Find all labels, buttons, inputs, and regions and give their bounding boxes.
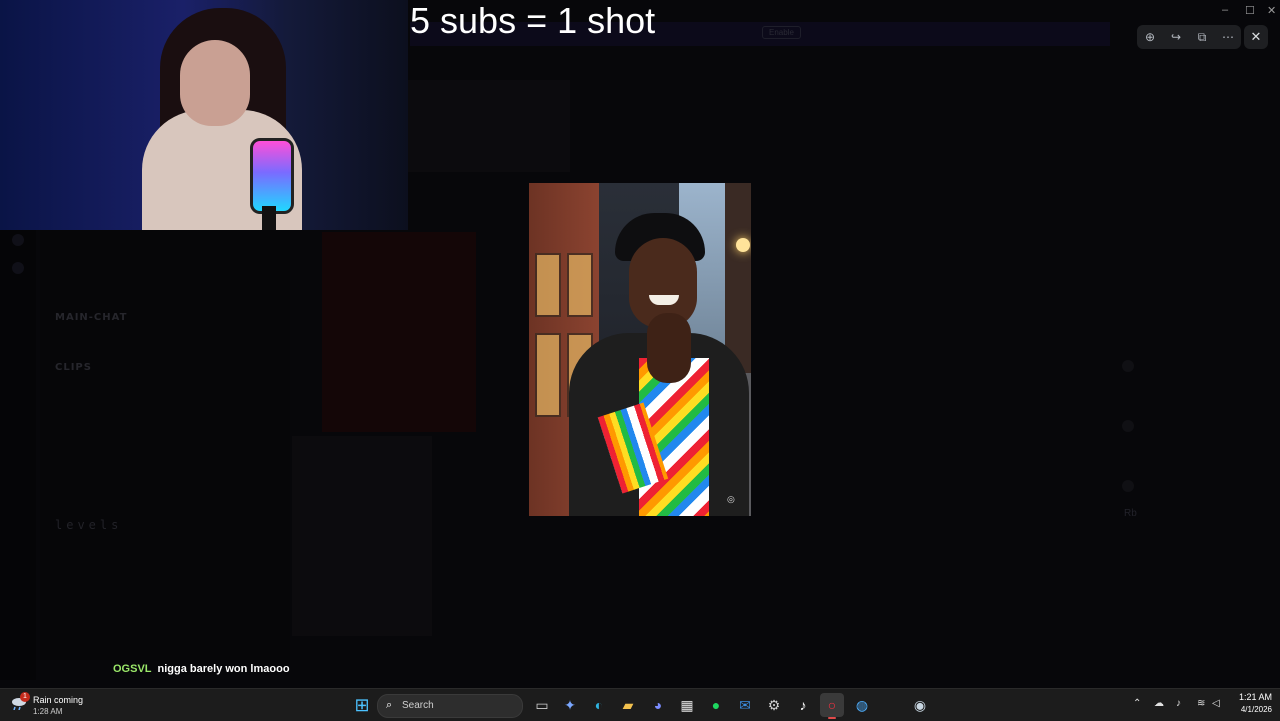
browser-icon-glyph: ◍: [855, 696, 869, 713]
settings-icon[interactable]: ⚙: [762, 693, 786, 717]
chat-message: OGSVL nigga barely won lmaooo: [113, 663, 290, 675]
search-icon: ⌕: [386, 699, 393, 711]
webcam-feed: [0, 0, 408, 230]
zoom-in-icon[interactable]: ⊕: [1141, 30, 1159, 44]
opera-icon[interactable]: ○: [820, 693, 844, 719]
file-explorer-icon-glyph: ▰: [622, 696, 634, 713]
opera-icon-glyph: ○: [827, 697, 837, 713]
start-button[interactable]: ⊞: [350, 693, 374, 717]
clock[interactable]: 1:21 AM 4/1/2026: [1228, 692, 1272, 714]
chevron-up-icon[interactable]: ⌃: [1133, 698, 1141, 709]
background-media: [292, 436, 432, 636]
browser-icon[interactable]: ◍: [850, 693, 874, 717]
image-badge-icon: ◎: [727, 494, 735, 504]
mail-icon-glyph: ✉: [739, 696, 751, 713]
taskbar-search[interactable]: ⌕ Search: [377, 694, 523, 718]
steam-icon-glyph: ◉: [913, 696, 927, 713]
channel-levels: levels: [55, 518, 123, 532]
wifi-icon[interactable]: ≋: [1197, 698, 1205, 709]
chat-username: OGSVL: [113, 663, 152, 675]
search-label: Search: [402, 700, 434, 711]
background-media: [322, 232, 476, 432]
onedrive-icon[interactable]: ☁: [1154, 698, 1164, 709]
member-avatar: [1122, 480, 1134, 492]
banner-button: Enable: [762, 26, 801, 39]
copilot-icon[interactable]: ✦: [558, 693, 582, 717]
spotify-icon-glyph: ●: [711, 697, 721, 713]
more-icon[interactable]: ⋯: [1219, 30, 1237, 44]
open-external-icon[interactable]: ⧉: [1193, 30, 1211, 45]
microphone-light: [250, 138, 294, 214]
weather-title: Rain coming: [33, 695, 84, 705]
minimize-button[interactable]: –: [1222, 4, 1228, 16]
file-explorer-icon[interactable]: ▰: [616, 693, 640, 717]
spotify-icon[interactable]: ●: [704, 693, 728, 717]
copilot-icon-glyph: ✦: [564, 696, 576, 713]
weather-badge: 1: [20, 692, 30, 702]
weather-widget[interactable]: 1 Rain coming 1:28 AM: [10, 692, 100, 718]
weather-time: 1:28 AM: [33, 707, 63, 716]
channel-clips: CLIPS: [55, 362, 92, 373]
steam-icon[interactable]: ◉: [908, 693, 932, 717]
clock-time: 1:21 AM: [1238, 692, 1272, 702]
task-view-icon-glyph: ▭: [535, 696, 549, 713]
task-view-icon[interactable]: ▭: [530, 693, 554, 717]
channel-sidebar: [40, 230, 290, 660]
member-avatar: [1122, 360, 1134, 372]
mail-icon[interactable]: ✉: [733, 693, 757, 717]
clock-date: 4/1/2026: [1240, 705, 1272, 714]
taskbar: 1 Rain coming 1:28 AM ⌕ Search 1:21 AM 4…: [0, 688, 1280, 721]
chat-text: nigga barely won lmaooo: [157, 663, 290, 675]
image-viewer-toolbar: ⊕ ↪ ⧉ ⋯: [1137, 25, 1241, 49]
microphone-icon[interactable]: ♪: [1176, 698, 1181, 709]
store-icon-glyph: ▦: [680, 696, 694, 713]
edge-icon-glyph: ◐: [594, 697, 604, 713]
window-close-button[interactable]: ✕: [1267, 4, 1276, 17]
start-glyph: ⊞: [354, 694, 370, 715]
channel-main-chat: MAIN-CHAT: [55, 312, 128, 323]
discord-icon[interactable]: ◕: [646, 693, 670, 717]
server-rail: [0, 230, 36, 680]
tiktok-icon[interactable]: ♪: [791, 693, 815, 717]
background-media: [408, 80, 570, 172]
enlarged-photo[interactable]: ◎: [529, 183, 751, 516]
volume-icon[interactable]: ◁: [1212, 698, 1220, 709]
member-label: Rb: [1124, 508, 1137, 519]
tiktok-icon-glyph: ♪: [799, 697, 807, 713]
store-icon[interactable]: ▦: [675, 693, 699, 717]
discord-icon-glyph: ◕: [653, 697, 663, 713]
member-avatar: [1122, 420, 1134, 432]
settings-icon-glyph: ⚙: [767, 696, 781, 713]
stream-overlay-title: 5 subs = 1 shot: [410, 0, 656, 41]
forward-icon[interactable]: ↪: [1167, 30, 1185, 44]
edge-icon[interactable]: ◐: [587, 693, 611, 717]
maximize-button[interactable]: ☐: [1245, 4, 1255, 17]
close-viewer-button[interactable]: ✕: [1244, 25, 1268, 49]
